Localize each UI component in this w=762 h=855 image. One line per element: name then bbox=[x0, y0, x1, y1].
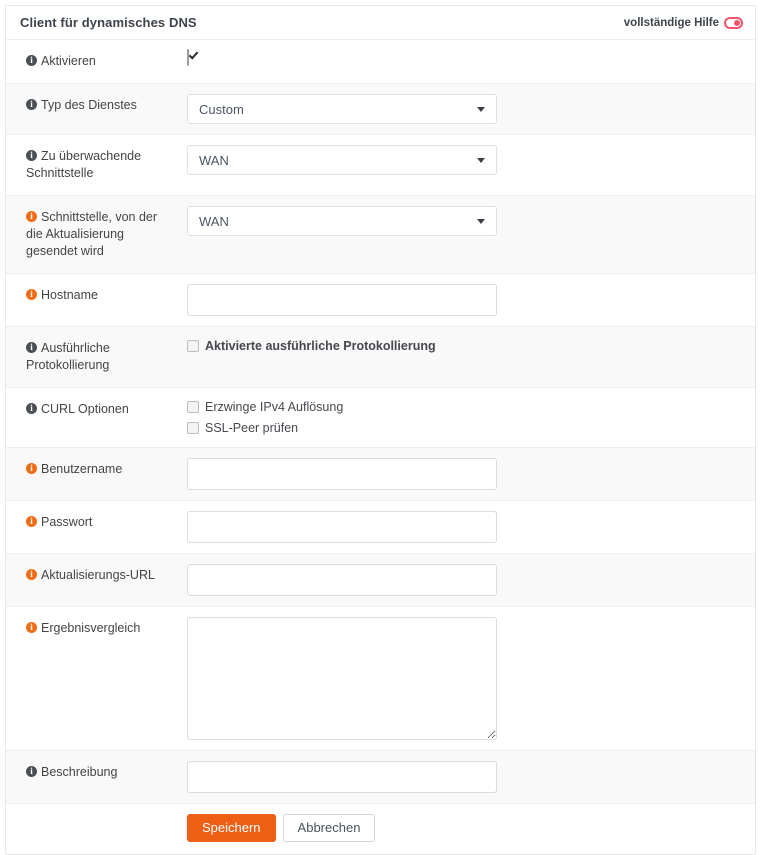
row-update-source-interface: Schnittstelle, von der die Aktualisierun… bbox=[6, 196, 755, 274]
cancel-button[interactable]: Abbrechen bbox=[282, 814, 376, 842]
label-monitored-interface-cell: Zu überwachende Schnittstelle bbox=[6, 135, 181, 195]
field-curl-options: Erzwinge IPv4 Auflösung SSL-Peer prüfen bbox=[181, 388, 755, 447]
field-update-source-interface: WAN bbox=[181, 196, 755, 246]
verbose-logging-option[interactable]: Aktivierte ausführliche Protokollierung bbox=[187, 337, 745, 355]
info-icon[interactable] bbox=[26, 622, 37, 633]
info-icon[interactable] bbox=[26, 99, 37, 110]
info-icon[interactable] bbox=[26, 342, 37, 353]
label-result-match-cell: Ergebnisvergleich bbox=[6, 607, 181, 650]
field-monitored-interface: WAN bbox=[181, 135, 755, 185]
curl-option-ipv4[interactable]: Erzwinge IPv4 Auflösung bbox=[187, 398, 745, 416]
verify-ssl-peer-label: SSL-Peer prüfen bbox=[205, 421, 299, 435]
row-actions: Speichern Abbrechen bbox=[6, 804, 755, 854]
label-hostname-cell: Hostname bbox=[6, 274, 181, 317]
row-username: Benutzername bbox=[6, 448, 755, 501]
row-hostname: Hostname bbox=[6, 274, 755, 327]
hostname-input[interactable] bbox=[187, 284, 497, 316]
row-service-type: Typ des Dienstes Custom bbox=[6, 84, 755, 135]
info-icon[interactable] bbox=[26, 569, 37, 580]
field-description bbox=[181, 751, 755, 803]
info-icon[interactable] bbox=[26, 211, 37, 222]
service-type-select[interactable]: Custom bbox=[187, 94, 497, 124]
label-monitored-interface: Zu überwachende Schnittstelle bbox=[26, 149, 142, 180]
field-password bbox=[181, 501, 755, 553]
dyndns-client-panel: Client für dynamisches DNS vollständige … bbox=[5, 5, 756, 855]
service-type-value: Custom bbox=[199, 101, 244, 117]
info-icon[interactable] bbox=[26, 403, 37, 414]
label-verbose-logging-cell: Ausführliche Protokollierung bbox=[6, 327, 181, 387]
field-update-url bbox=[181, 554, 755, 606]
label-curl-options-cell: CURL Optionen bbox=[6, 388, 181, 431]
info-icon[interactable] bbox=[26, 289, 37, 300]
row-curl-options: CURL Optionen Erzwinge IPv4 Auflösung SS… bbox=[6, 388, 755, 448]
label-description-cell: Beschreibung bbox=[6, 751, 181, 794]
verbose-logging-checkbox[interactable] bbox=[187, 340, 199, 352]
row-password: Passwort bbox=[6, 501, 755, 554]
full-help-label: vollständige Hilfe bbox=[623, 16, 719, 29]
field-hostname bbox=[181, 274, 755, 326]
label-username-cell: Benutzername bbox=[6, 448, 181, 491]
save-button[interactable]: Speichern bbox=[187, 814, 276, 842]
row-result-match: Ergebnisvergleich bbox=[6, 607, 755, 751]
field-enable bbox=[181, 40, 755, 75]
page-title: Client für dynamisches DNS bbox=[20, 15, 197, 30]
update-url-input[interactable] bbox=[187, 564, 497, 596]
username-input[interactable] bbox=[187, 458, 497, 490]
label-password-cell: Passwort bbox=[6, 501, 181, 544]
actions-spacer bbox=[6, 804, 181, 830]
update-source-interface-select[interactable]: WAN bbox=[187, 206, 497, 236]
label-description: Beschreibung bbox=[41, 765, 118, 779]
update-source-interface-value: WAN bbox=[199, 213, 229, 229]
label-password: Passwort bbox=[41, 515, 93, 529]
curl-option-sslpeer[interactable]: SSL-Peer prüfen bbox=[187, 419, 745, 437]
field-result-match bbox=[181, 607, 755, 750]
info-icon[interactable] bbox=[26, 150, 37, 161]
row-verbose-logging: Ausführliche Protokollierung Aktivierte … bbox=[6, 327, 755, 388]
result-match-textarea[interactable] bbox=[187, 617, 497, 740]
enable-checkbox[interactable] bbox=[187, 49, 189, 66]
verify-ssl-peer-checkbox[interactable] bbox=[187, 422, 199, 434]
chevron-down-icon bbox=[477, 158, 485, 163]
row-update-url: Aktualisierungs-URL bbox=[6, 554, 755, 607]
field-verbose-logging: Aktivierte ausführliche Protokollierung bbox=[181, 327, 755, 365]
label-update-url: Aktualisierungs-URL bbox=[41, 568, 155, 582]
info-icon[interactable] bbox=[26, 463, 37, 474]
description-input[interactable] bbox=[187, 761, 497, 793]
chevron-down-icon bbox=[477, 107, 485, 112]
label-update-source-interface-cell: Schnittstelle, von der die Aktualisierun… bbox=[6, 196, 181, 273]
label-service-type-cell: Typ des Dienstes bbox=[6, 84, 181, 127]
row-description: Beschreibung bbox=[6, 751, 755, 804]
verbose-logging-checkbox-label: Aktivierte ausführliche Protokollierung bbox=[205, 339, 436, 353]
monitored-interface-select[interactable]: WAN bbox=[187, 145, 497, 175]
field-username bbox=[181, 448, 755, 500]
field-service-type: Custom bbox=[181, 84, 755, 134]
label-verbose-logging: Ausführliche Protokollierung bbox=[26, 341, 110, 372]
label-enable-cell: Aktivieren bbox=[6, 40, 181, 83]
info-icon[interactable] bbox=[26, 766, 37, 777]
chevron-down-icon bbox=[477, 219, 485, 224]
info-icon[interactable] bbox=[26, 55, 37, 66]
row-enable: Aktivieren bbox=[6, 40, 755, 84]
label-service-type: Typ des Dienstes bbox=[41, 98, 137, 112]
panel-header: Client für dynamisches DNS vollständige … bbox=[6, 6, 755, 40]
monitored-interface-value: WAN bbox=[199, 152, 229, 168]
force-ipv4-checkbox[interactable] bbox=[187, 401, 199, 413]
label-enable: Aktivieren bbox=[41, 54, 96, 68]
password-input[interactable] bbox=[187, 511, 497, 543]
row-monitored-interface: Zu überwachende Schnittstelle WAN bbox=[6, 135, 755, 196]
label-curl-options: CURL Optionen bbox=[41, 402, 129, 416]
label-result-match: Ergebnisvergleich bbox=[41, 621, 141, 635]
toggle-switch-icon[interactable] bbox=[724, 16, 743, 29]
label-update-url-cell: Aktualisierungs-URL bbox=[6, 554, 181, 597]
force-ipv4-label: Erzwinge IPv4 Auflösung bbox=[205, 400, 344, 414]
label-hostname: Hostname bbox=[41, 288, 98, 302]
label-username: Benutzername bbox=[41, 462, 123, 476]
action-buttons: Speichern Abbrechen bbox=[181, 804, 385, 854]
label-update-source-interface: Schnittstelle, von der die Aktualisierun… bbox=[26, 210, 158, 258]
full-help-link[interactable]: vollständige Hilfe bbox=[623, 16, 743, 29]
info-icon[interactable] bbox=[26, 516, 37, 527]
